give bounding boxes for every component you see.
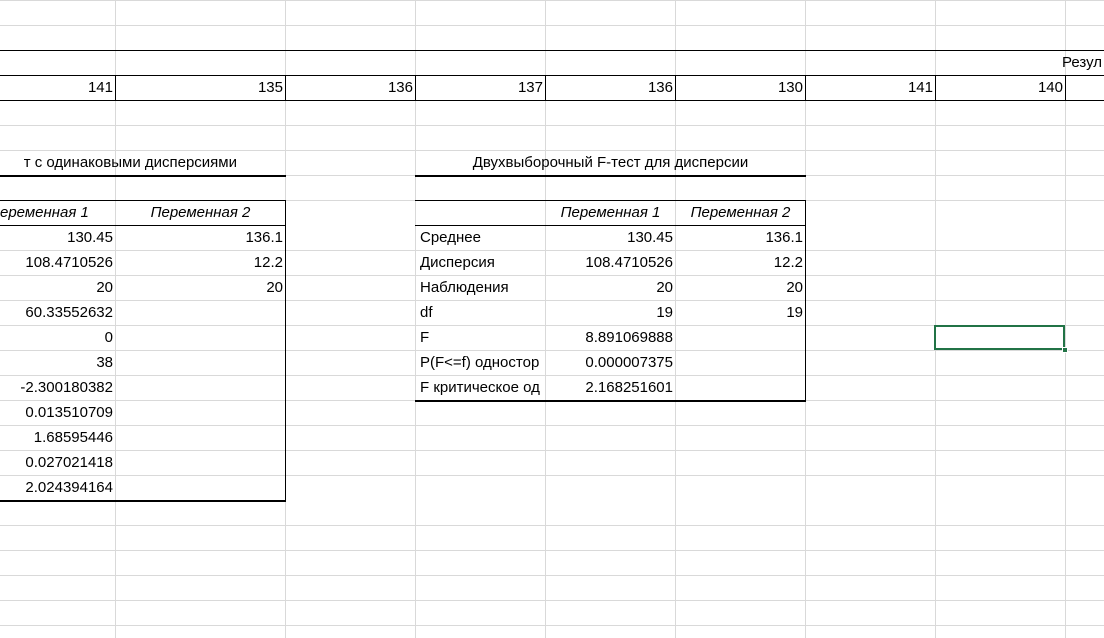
border <box>805 200 806 401</box>
result-header-cell[interactable]: Резул <box>1058 51 1104 75</box>
ftest-row-label[interactable]: Дисперсия <box>416 251 545 275</box>
value-cell[interactable]: 141 <box>806 76 935 100</box>
ftest-var1-cell[interactable]: 8.891069888 <box>546 326 675 350</box>
value-cell[interactable]: 136 <box>286 76 415 100</box>
ttest-header-var2[interactable]: Переменная 2 <box>116 201 285 225</box>
ttest-var1-cell[interactable]: 108.4710526 <box>0 251 115 275</box>
ftest-row-label[interactable]: Среднее <box>416 226 545 250</box>
ftest-var1-cell[interactable]: 20 <box>546 276 675 300</box>
value-cell[interactable]: 130 <box>676 76 805 100</box>
ftest-header-var1[interactable]: Переменная 1 <box>546 201 675 225</box>
gridline <box>0 525 1104 526</box>
fill-handle[interactable] <box>1062 347 1068 353</box>
ttest-var2-cell[interactable]: 12.2 <box>116 251 285 275</box>
gridline <box>0 0 1104 1</box>
ttest-var2-cell[interactable]: 20 <box>116 276 285 300</box>
gridline <box>0 625 1104 626</box>
selected-cell[interactable] <box>934 325 1065 350</box>
border <box>0 175 286 177</box>
ttest-var1-cell[interactable]: 1.68595446 <box>0 426 115 450</box>
border <box>0 100 1104 101</box>
border <box>285 200 286 501</box>
ftest-title[interactable]: Двухвыборочный F-тест для дисперсии <box>416 151 805 175</box>
ttest-var1-cell[interactable]: 20 <box>0 276 115 300</box>
value-cell[interactable]: 136 <box>546 76 675 100</box>
gridline <box>0 475 1104 476</box>
ftest-row-label[interactable]: P(F<=f) одностор <box>416 351 545 375</box>
border <box>415 175 806 177</box>
ftest-var2-cell[interactable]: 136.1 <box>676 226 805 250</box>
ttest-var1-cell[interactable]: 60.33552632 <box>0 301 115 325</box>
gridline <box>0 125 1104 126</box>
ttest-var1-cell[interactable]: 130.45 <box>0 226 115 250</box>
value-cell[interactable]: 137 <box>416 76 545 100</box>
value-cell[interactable]: 135 <box>116 76 285 100</box>
ftest-row-label[interactable]: Наблюдения <box>416 276 545 300</box>
gridline <box>0 425 1104 426</box>
gridline <box>0 550 1104 551</box>
ttest-var1-cell[interactable]: 0.013510709 <box>0 401 115 425</box>
ttest-var1-cell[interactable]: 0 <box>0 326 115 350</box>
border <box>0 50 1104 51</box>
ttest-var1-cell[interactable]: 2.024394164 <box>0 476 115 500</box>
ftest-row-label[interactable]: df <box>416 301 545 325</box>
border <box>415 400 806 402</box>
ttest-header-var1[interactable]: еременная 1 <box>0 201 115 225</box>
ttest-title[interactable]: т с одинаковыми дисперсиями <box>0 151 285 175</box>
ftest-var2-cell[interactable]: 12.2 <box>676 251 805 275</box>
ftest-var2-cell[interactable]: 19 <box>676 301 805 325</box>
ftest-header-var2[interactable]: Переменная 2 <box>676 201 805 225</box>
ftest-var1-cell[interactable]: 108.4710526 <box>546 251 675 275</box>
ftest-row-label[interactable]: F критическое од <box>416 376 545 400</box>
ttest-var1-cell[interactable]: 0.027021418 <box>0 451 115 475</box>
value-cell[interactable]: 140 <box>936 76 1065 100</box>
border <box>0 500 286 502</box>
gridline <box>0 25 1104 26</box>
ftest-var1-cell[interactable]: 0.000007375 <box>546 351 675 375</box>
ttest-var1-cell[interactable]: -2.300180382 <box>0 376 115 400</box>
ftest-var2-cell[interactable]: 20 <box>676 276 805 300</box>
ftest-var1-cell[interactable]: 19 <box>546 301 675 325</box>
spreadsheet-grid[interactable]: Резул 141 135 136 137 136 130 141 140 т … <box>0 0 1104 638</box>
ttest-var2-cell[interactable]: 136.1 <box>116 226 285 250</box>
gridline <box>0 450 1104 451</box>
value-cell[interactable]: 141 <box>0 76 115 100</box>
gridline <box>0 600 1104 601</box>
gridline <box>0 575 1104 576</box>
ftest-row-label[interactable]: F <box>416 326 545 350</box>
ftest-var1-cell[interactable]: 130.45 <box>546 226 675 250</box>
ftest-var1-cell[interactable]: 2.168251601 <box>546 376 675 400</box>
ttest-var1-cell[interactable]: 38 <box>0 351 115 375</box>
border <box>1065 75 1066 100</box>
